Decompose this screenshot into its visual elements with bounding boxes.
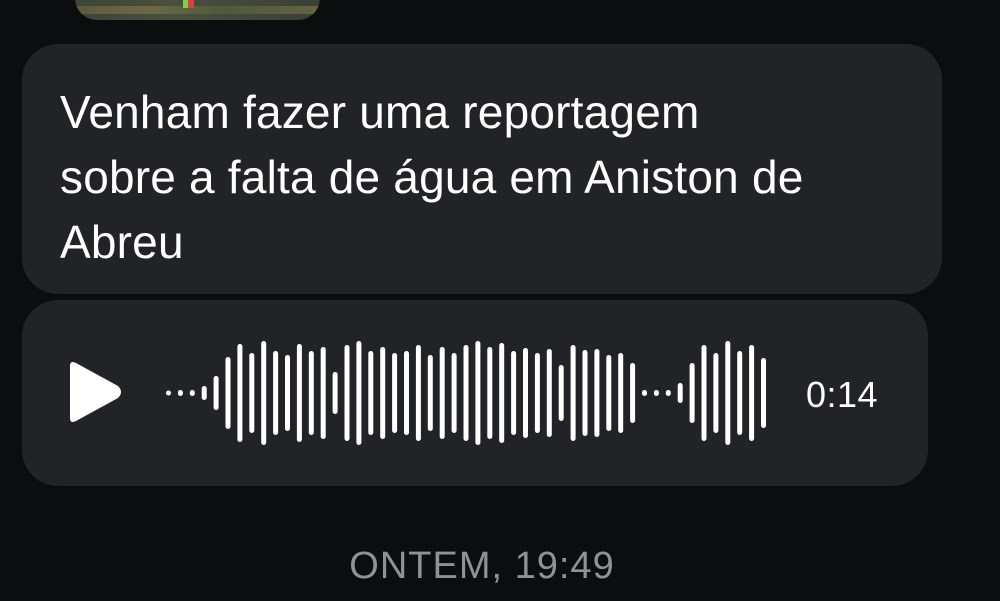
voice-waveform[interactable] — [162, 330, 772, 456]
waveform-bar — [475, 341, 481, 445]
waveform-bar — [285, 355, 290, 431]
waveform-bar — [404, 351, 409, 435]
waveform-bar — [689, 363, 695, 423]
waveform-bar — [665, 390, 671, 396]
waveform-bar — [273, 351, 279, 435]
waveform-bar — [582, 350, 588, 436]
waveform-bar — [308, 351, 314, 435]
waveform-bar — [380, 347, 386, 439]
image-message-thumbnail[interactable] — [75, 0, 320, 20]
text-message-bubble[interactable]: Venham fazer uma reportagem sobre a falt… — [22, 44, 942, 294]
waveform-bar — [415, 345, 421, 441]
waveform-bar — [737, 351, 743, 435]
waveform-bar — [237, 344, 243, 442]
waveform-bar — [296, 344, 302, 442]
waveform-bar — [201, 386, 207, 400]
waveform-bar — [499, 343, 505, 443]
waveform-bar — [534, 353, 540, 433]
waveform-bar — [606, 355, 612, 431]
waveform-bar — [558, 365, 564, 421]
waveform-bar — [570, 345, 576, 441]
image-thumbnail-spot — [188, 0, 194, 8]
waveform-bar — [332, 372, 338, 414]
waveform-bar — [749, 345, 755, 441]
waveform-bar — [439, 347, 445, 439]
waveform-bar — [261, 341, 267, 445]
waveform-bar — [594, 349, 600, 437]
waveform-bar — [249, 353, 255, 433]
play-button[interactable] — [62, 358, 126, 426]
waveform-bar — [630, 363, 636, 423]
waveform-bar — [761, 358, 766, 428]
waveform-bar — [320, 347, 326, 439]
waveform-bar — [618, 353, 624, 433]
message-text: Venham fazer uma reportagem sobre a falt… — [60, 86, 804, 268]
voice-duration: 0:14 — [806, 374, 879, 415]
waveform-bar — [487, 347, 493, 439]
waveform-bar — [225, 357, 231, 429]
waveform-bar — [725, 341, 731, 445]
waveform-bar — [523, 348, 528, 438]
waveform-bar — [511, 351, 517, 435]
waveform-bar — [177, 390, 183, 396]
waveform-bar — [344, 345, 350, 441]
waveform-bar — [713, 353, 719, 433]
waveform-bar — [463, 345, 469, 441]
waveform-bar — [677, 383, 683, 403]
waveform-bar — [642, 390, 647, 396]
waveform-bar — [166, 390, 171, 396]
waveform-bar — [213, 376, 219, 410]
waveform-bar — [368, 351, 374, 435]
waveform-bar — [546, 349, 552, 437]
date-separator: ONTEM, 19:49 — [349, 545, 615, 587]
image-thumbnail-band — [75, 6, 320, 14]
waveform-bar — [653, 390, 659, 396]
voice-message-bubble[interactable]: 0:14 — [22, 300, 928, 486]
waveform-bar — [189, 390, 195, 396]
play-icon — [70, 362, 121, 422]
waveform-bar — [451, 353, 457, 433]
waveform-bar — [427, 355, 433, 431]
waveform-bar — [392, 353, 398, 433]
waveform-bar — [701, 345, 707, 441]
waveform-bar — [356, 341, 362, 445]
